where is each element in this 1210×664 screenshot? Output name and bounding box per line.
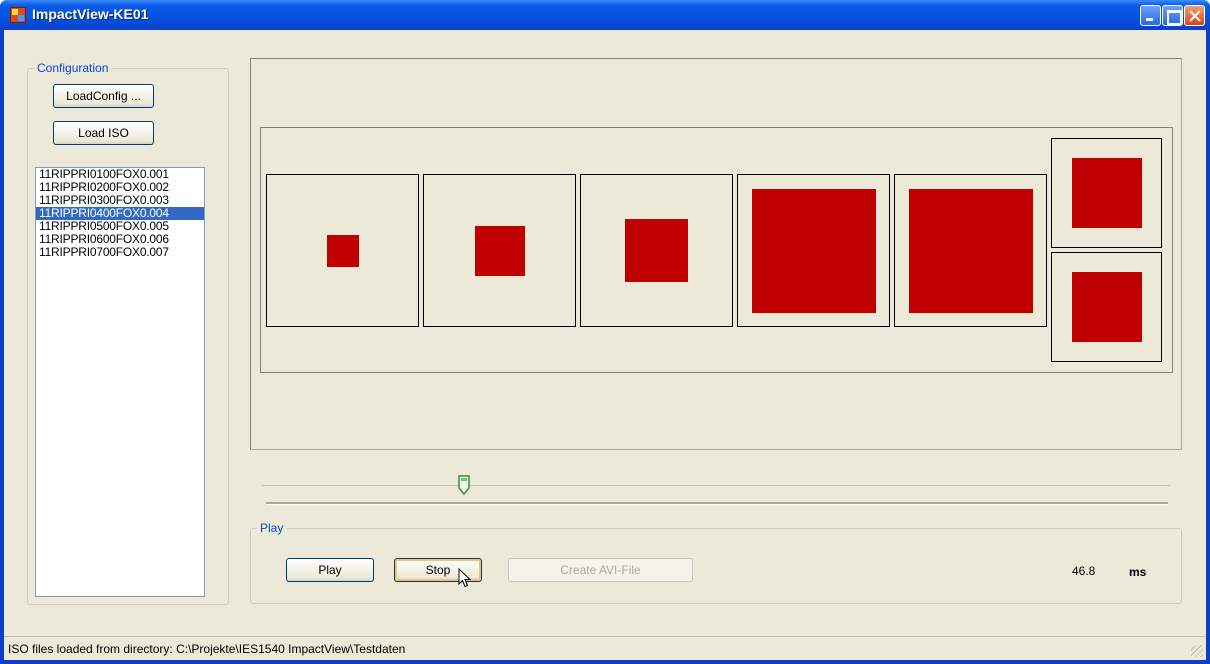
impact-square-2 [475,226,525,276]
time-value: 46.8 [1072,564,1096,578]
configuration-group: Configuration LoadConfig ... Load ISO 11… [27,61,229,605]
sensor-cell-3 [580,174,733,327]
app-icon[interactable] [10,7,26,23]
app-window: ImpactView-KE01 Configuration LoadConfig… [0,0,1210,664]
sensor-cell-1 [266,174,419,327]
resize-grip-icon[interactable] [1191,645,1203,657]
configuration-group-title: Configuration [34,61,112,75]
impact-square-5 [909,189,1033,313]
sensor-cell-7 [1051,252,1162,362]
window-title: ImpactView-KE01 [32,6,149,22]
play-group: Play Play Stop Create AVI-File 46.8 ms [250,521,1182,604]
mouse-pointer-icon [458,568,471,588]
impact-square-4 [752,189,876,313]
impact-square-6 [1072,158,1142,228]
iso-file-item[interactable]: 11RIPPRI0700FOX0.007 [36,246,204,259]
impact-square-1 [327,235,359,267]
timeline-slider-thumb[interactable] [458,475,470,495]
status-bar: ISO files loaded from directory: C:\Proj… [4,636,1206,660]
play-button[interactable]: Play [286,558,374,582]
load-iso-button[interactable]: Load ISO [53,121,154,145]
impact-square-7 [1072,272,1142,342]
create-avi-button[interactable]: Create AVI-File [508,558,693,582]
sensor-cell-5 [894,174,1047,327]
sensor-cell-2 [423,174,576,327]
impact-view-area [250,58,1182,450]
minimize-button[interactable] [1140,5,1161,26]
iso-file-listbox[interactable]: 11RIPPRI0100FOX0.001 11RIPPRI0200FOX0.002… [35,167,205,597]
client-area: Configuration LoadConfig ... Load ISO 11… [4,30,1206,660]
impact-square-3 [625,219,688,282]
title-bar[interactable]: ImpactView-KE01 [0,0,1210,30]
sensor-cell-6 [1051,138,1162,248]
sensor-cell-4 [737,174,890,327]
play-group-title: Play [257,521,287,535]
sensor-panel [260,127,1173,373]
time-unit: ms [1129,565,1147,579]
close-button[interactable] [1184,5,1205,26]
timeline-track [262,485,1170,486]
maximize-button[interactable] [1162,5,1183,26]
status-text: ISO files loaded from directory: C:\Proj… [8,642,406,656]
timeline-rail[interactable] [266,502,1168,505]
load-config-button[interactable]: LoadConfig ... [53,84,154,108]
